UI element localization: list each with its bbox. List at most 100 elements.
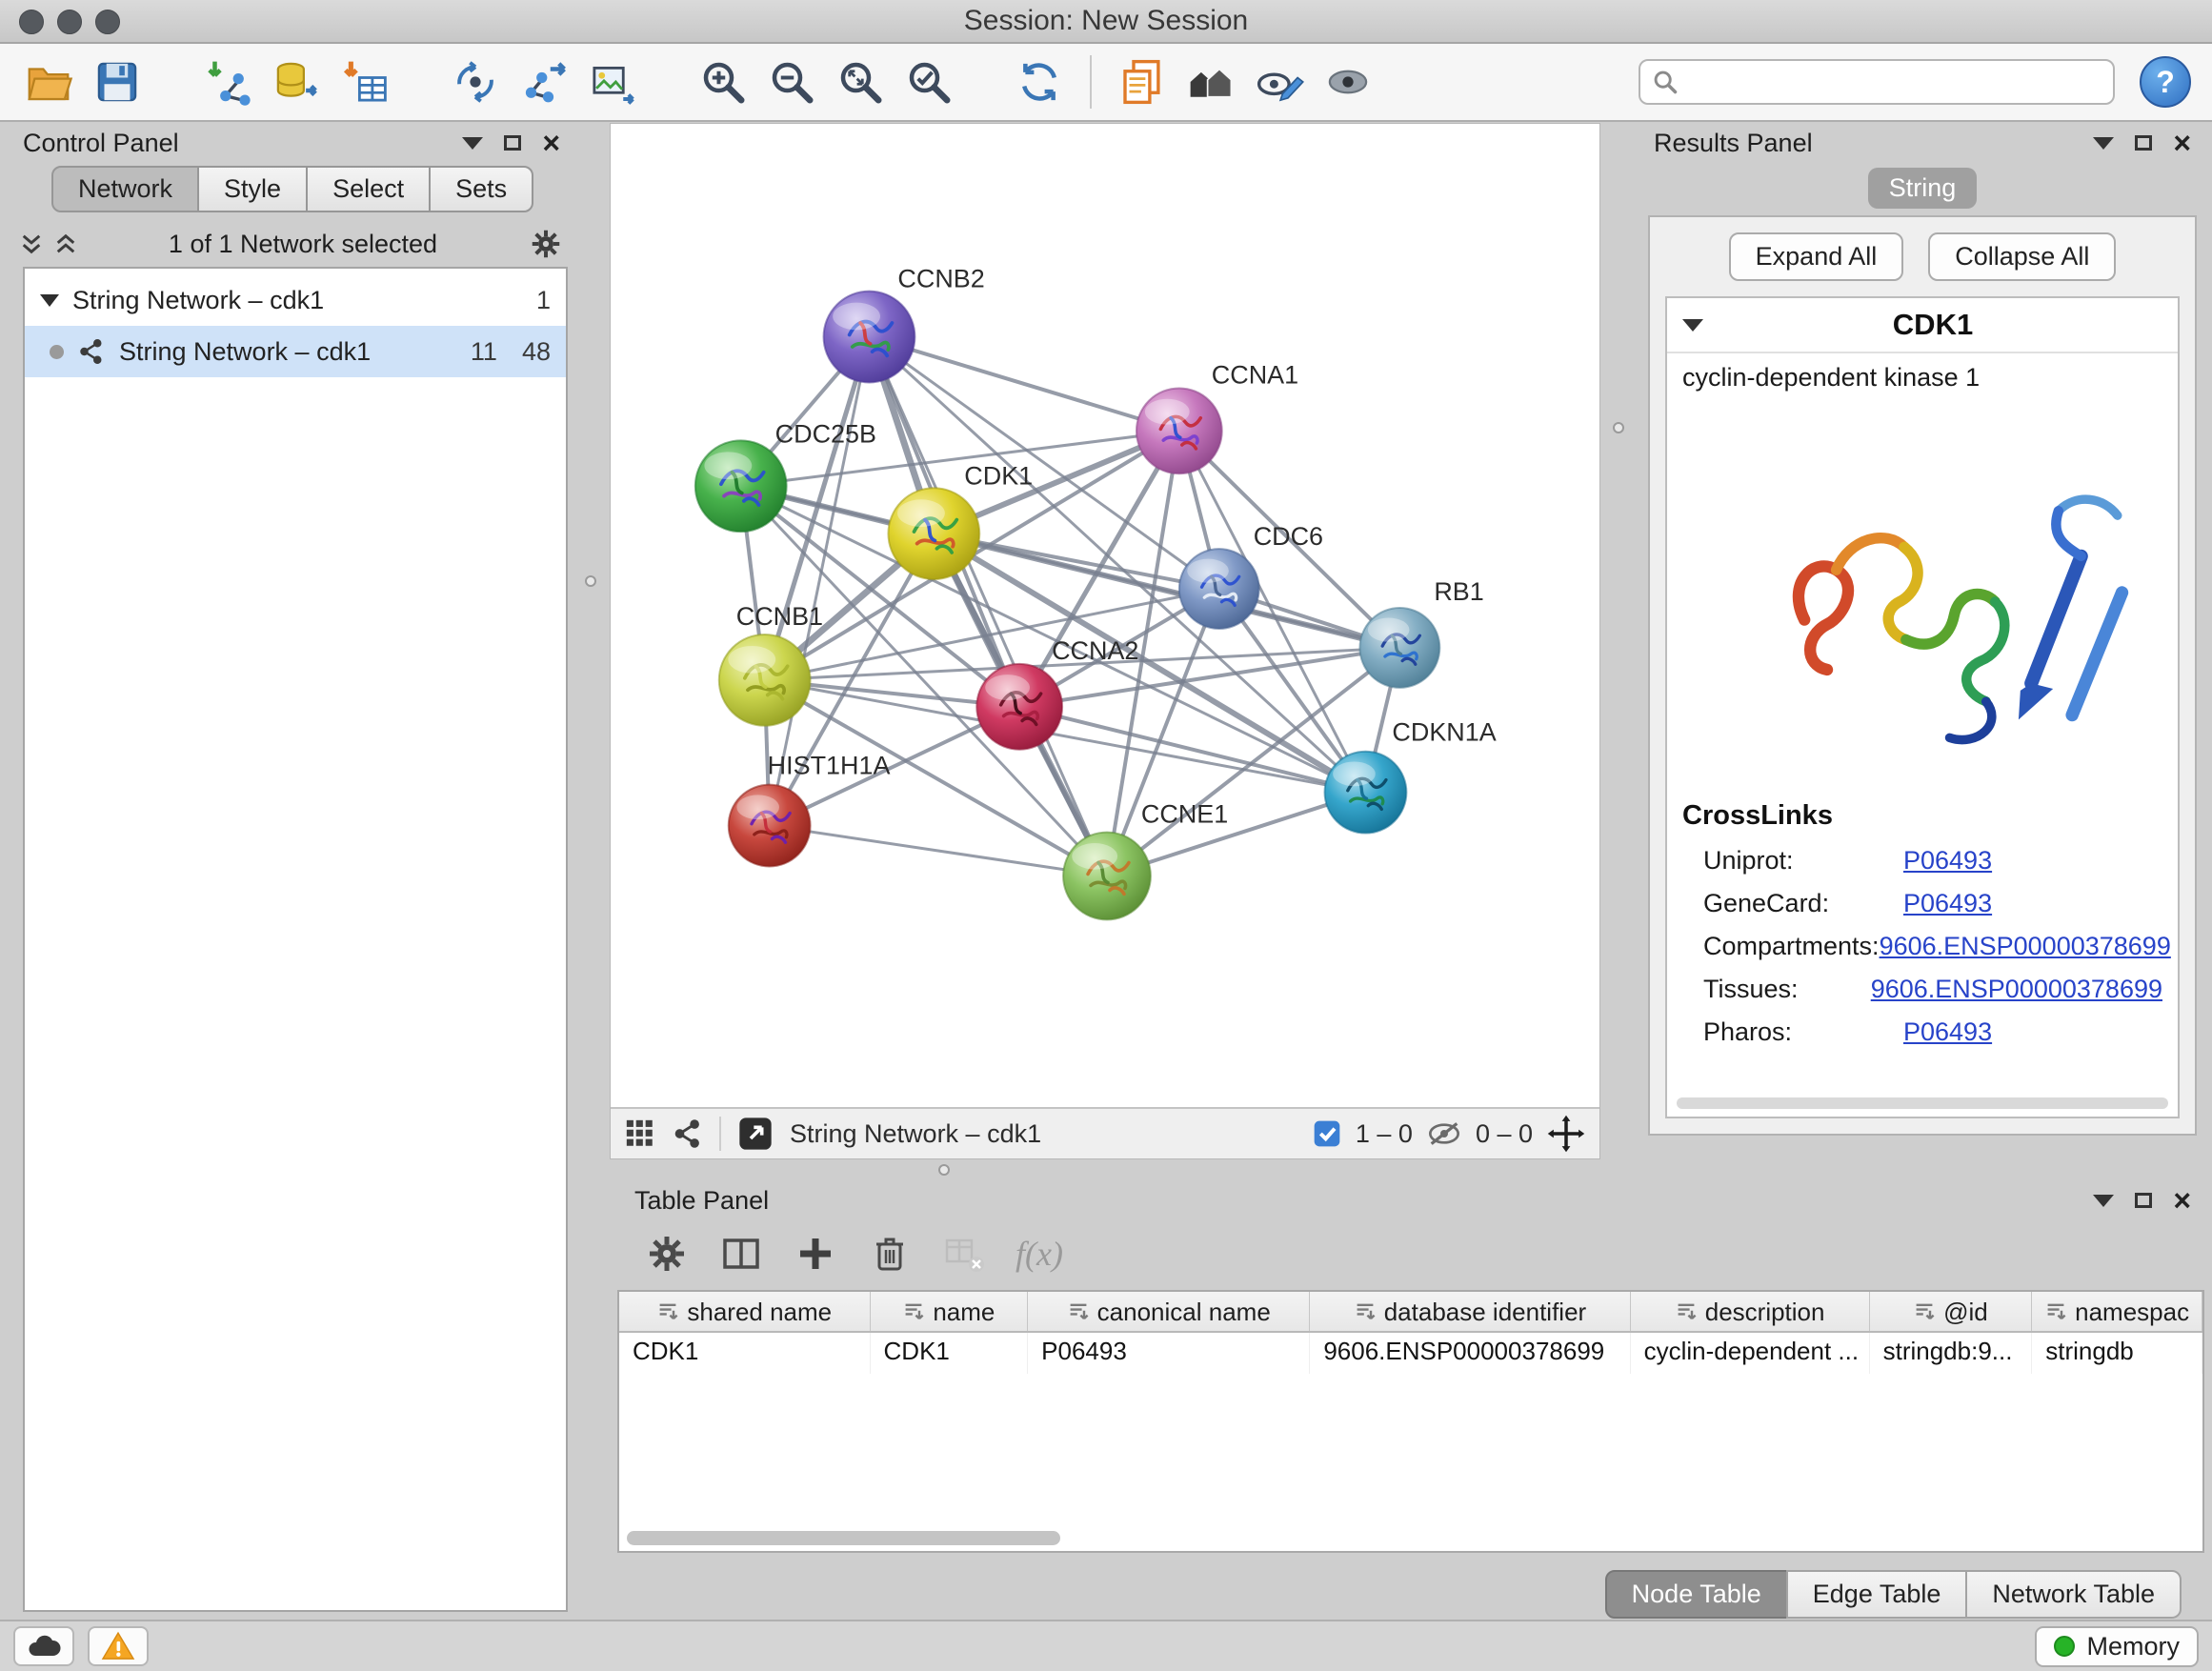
function-builder-button[interactable]: f(x) — [1016, 1234, 1063, 1274]
zoom-in-button[interactable] — [695, 52, 751, 111]
pan-crosshair-icon[interactable] — [1546, 1114, 1586, 1154]
tab-sets[interactable]: Sets — [429, 166, 533, 212]
refresh-button[interactable] — [1012, 52, 1067, 111]
collapse-panel-icon[interactable] — [2093, 137, 2114, 150]
splitter-grip[interactable] — [1613, 422, 1624, 433]
select-columns-icon[interactable] — [718, 1231, 764, 1277]
horizontal-scrollbar[interactable] — [627, 1531, 1060, 1545]
network-canvas[interactable]: CCNB2CCNA1CDC25BCDK1CDC6RB1CCNB1CCNA2CDK… — [611, 124, 1599, 1107]
splitter-grip[interactable] — [585, 575, 596, 587]
tab-select[interactable]: Select — [306, 166, 431, 212]
maximize-button[interactable] — [95, 10, 120, 34]
table-gear-icon[interactable] — [644, 1231, 690, 1277]
protein-structure-image — [1667, 394, 2178, 783]
column-header-id[interactable]: @id — [1869, 1292, 2032, 1332]
crosslink-value-link[interactable]: P06493 — [1903, 889, 1992, 918]
close-panel-icon[interactable]: × — [2173, 1185, 2191, 1216]
gene-collapse-icon[interactable] — [1682, 319, 1703, 332]
gear-icon[interactable] — [528, 226, 564, 262]
export-network-button[interactable] — [516, 52, 572, 111]
search-box[interactable] — [1639, 59, 2115, 105]
cell-shared-name[interactable]: CDK1 — [619, 1332, 870, 1374]
string-tab-badge[interactable]: String — [1868, 168, 1978, 209]
cell-database-identifier[interactable]: 9606.ENSP00000378699 — [1310, 1332, 1630, 1374]
cloud-status-button[interactable] — [13, 1626, 74, 1666]
network-selection-status: 1 of 1 Network selected — [91, 230, 514, 259]
tab-network[interactable]: Network — [51, 166, 199, 212]
column-header-shared-name[interactable]: shared name — [619, 1292, 870, 1332]
minimize-button[interactable] — [57, 10, 82, 34]
zoom-out-button[interactable] — [764, 52, 819, 111]
delete-column-icon[interactable] — [867, 1231, 913, 1277]
network-graph[interactable]: CCNB2CCNA1CDC25BCDK1CDC6RB1CCNB1CCNA2CDK… — [611, 124, 1599, 1107]
memory-status-icon — [2054, 1636, 2075, 1657]
tab-style[interactable]: Style — [197, 166, 308, 212]
grid-view-icon[interactable] — [624, 1117, 656, 1150]
expand-all-icon[interactable] — [19, 232, 44, 256]
crosslink-value-link[interactable]: 9606.ENSP00000378699 — [1871, 975, 2162, 1004]
zoom-fit-button[interactable] — [833, 52, 888, 111]
delete-table-icon-disabled — [941, 1231, 987, 1277]
column-header-namespace[interactable]: namespac — [2032, 1292, 2202, 1332]
selected-checkbox-icon[interactable] — [1312, 1118, 1342, 1149]
network-share-icon[interactable] — [672, 1117, 704, 1150]
column-header-database-identifier[interactable]: database identifier — [1310, 1292, 1630, 1332]
search-input[interactable] — [1688, 68, 2101, 97]
export-image-button[interactable] — [585, 52, 640, 111]
table-row[interactable]: CDK1 CDK1 P06493 9606.ENSP00000378699 cy… — [619, 1332, 2202, 1374]
string-results-box: Expand All Collapse All CDK1 cyclin-depe… — [1648, 215, 2197, 1136]
crosslink-value-link[interactable]: P06493 — [1903, 846, 1992, 876]
memory-button[interactable]: Memory — [2035, 1626, 2199, 1667]
import-table-button[interactable] — [337, 52, 392, 111]
network-collection-row[interactable]: String Network – cdk1 1 — [25, 274, 566, 326]
expand-all-button[interactable]: Expand All — [1729, 232, 1904, 281]
collapse-panel-icon[interactable] — [2093, 1195, 2114, 1207]
collapse-all-button[interactable]: Collapse All — [1928, 232, 2116, 281]
crosslink-label: Compartments: — [1703, 932, 1880, 961]
import-network-from-database-button[interactable] — [269, 52, 324, 111]
close-panel-icon[interactable]: × — [542, 128, 560, 158]
table-panel-title: Table Panel — [634, 1186, 769, 1216]
close-panel-icon[interactable]: × — [2173, 128, 2191, 158]
table-toolbar: f(x) — [617, 1219, 2204, 1284]
results-scrollbar[interactable] — [1677, 1097, 2168, 1109]
collapse-all-icon[interactable] — [53, 232, 78, 256]
hidden-eye-icon[interactable] — [1426, 1118, 1462, 1149]
network-row-selected[interactable]: String Network – cdk1 11 48 — [25, 326, 566, 377]
float-panel-icon[interactable] — [504, 135, 521, 151]
cell-description[interactable]: cyclin-dependent ... — [1630, 1332, 1869, 1374]
copy-document-button[interactable] — [1115, 52, 1170, 111]
cell-name[interactable]: CDK1 — [870, 1332, 1028, 1374]
birdseye-view-icon[interactable] — [736, 1115, 774, 1153]
column-header-name[interactable]: name — [870, 1292, 1028, 1332]
close-button[interactable] — [19, 10, 44, 34]
save-session-button[interactable] — [90, 52, 145, 111]
tab-node-table[interactable]: Node Table — [1605, 1570, 1788, 1619]
new-network-button[interactable] — [448, 52, 503, 111]
help-button[interactable]: ? — [2140, 56, 2191, 108]
column-header-description[interactable]: description — [1630, 1292, 1869, 1332]
collapse-panel-icon[interactable] — [462, 137, 483, 150]
splitter-grip[interactable] — [938, 1164, 950, 1176]
open-session-button[interactable] — [21, 52, 76, 111]
column-header-canonical-name[interactable]: canonical name — [1028, 1292, 1310, 1332]
zoom-selected-button[interactable] — [901, 52, 956, 111]
float-panel-icon[interactable] — [2135, 135, 2152, 151]
tab-network-table[interactable]: Network Table — [1965, 1570, 2182, 1619]
crosslink-value-link[interactable]: P06493 — [1903, 1017, 1992, 1047]
cell-canonical-name[interactable]: P06493 — [1028, 1332, 1310, 1374]
float-panel-icon[interactable] — [2135, 1193, 2152, 1208]
cell-id[interactable]: stringdb:9... — [1869, 1332, 2032, 1374]
add-column-icon[interactable] — [793, 1231, 838, 1277]
cell-namespace[interactable]: stringdb — [2032, 1332, 2202, 1374]
show-hide-button[interactable] — [1320, 52, 1376, 111]
svg-text:RB1: RB1 — [1434, 577, 1483, 606]
tab-edge-table[interactable]: Edge Table — [1786, 1570, 1968, 1619]
home-button[interactable] — [1183, 52, 1238, 111]
warning-status-button[interactable] — [88, 1626, 149, 1666]
export-network-icon — [518, 56, 570, 108]
crosslink-value-link[interactable]: 9606.ENSP00000378699 — [1880, 932, 2171, 961]
graphics-details-button[interactable] — [1252, 52, 1307, 111]
disclosure-triangle-icon[interactable] — [40, 294, 59, 307]
import-network-button[interactable] — [200, 52, 255, 111]
